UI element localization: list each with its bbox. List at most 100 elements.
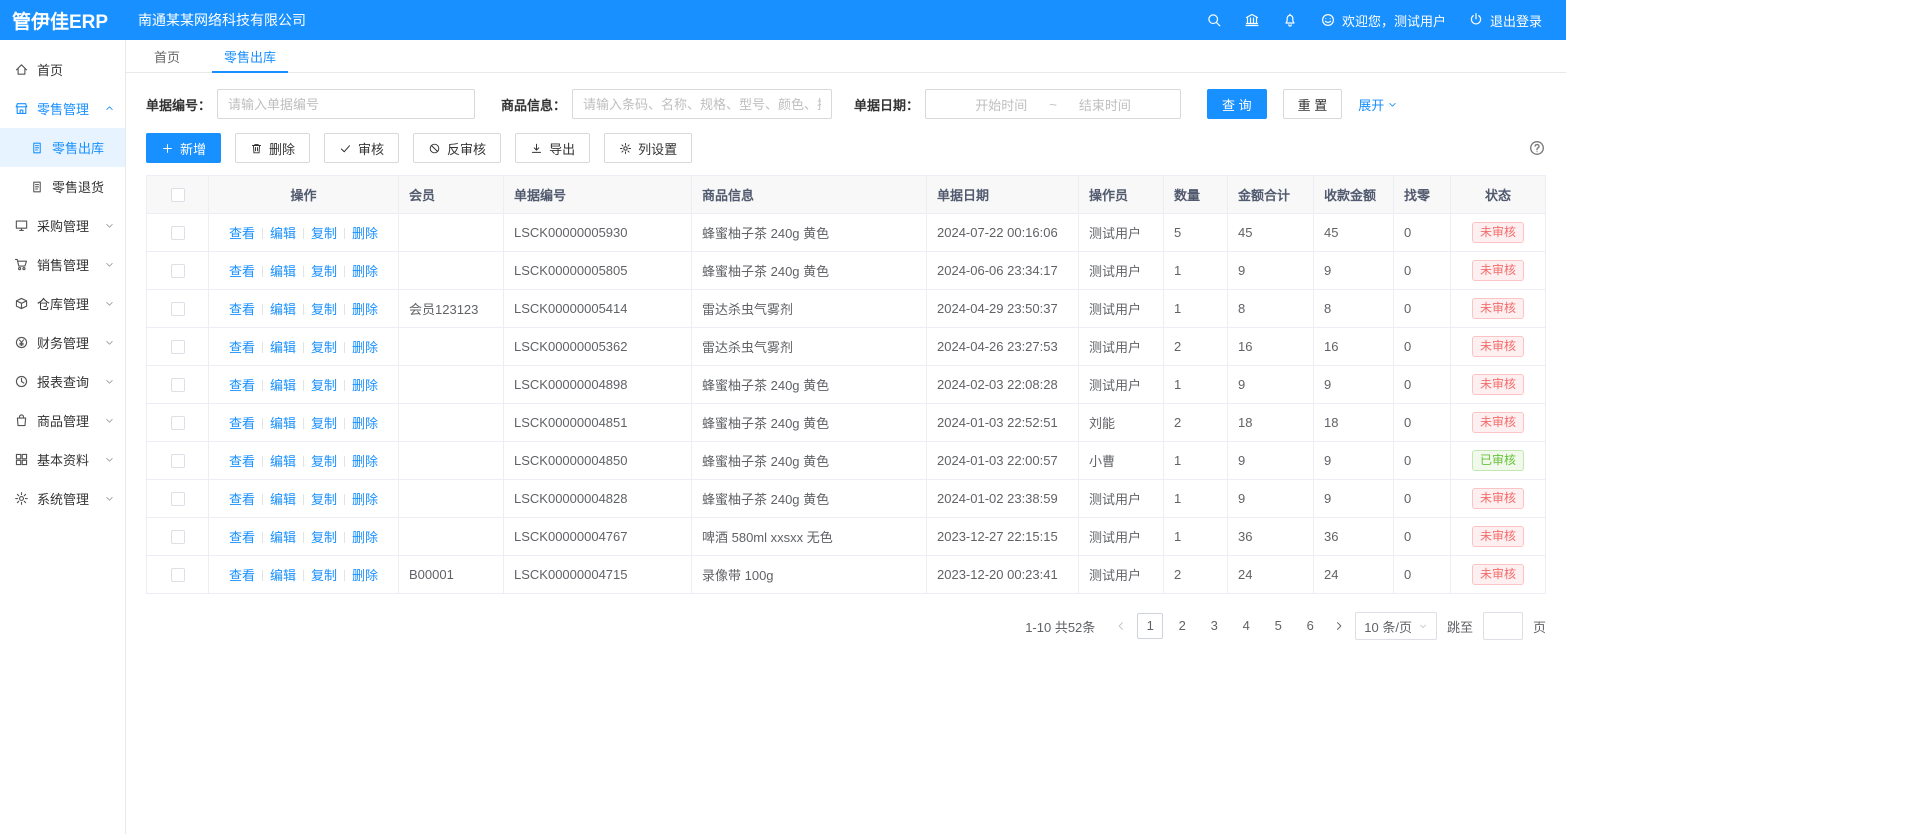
row-action-view[interactable]: 查看 bbox=[229, 302, 255, 317]
reset-button[interactable]: 重 置 bbox=[1283, 89, 1343, 119]
page-button-1[interactable]: 1 bbox=[1137, 613, 1163, 639]
row-action-edit[interactable]: 编辑 bbox=[270, 302, 296, 317]
bank-icon[interactable] bbox=[1244, 12, 1260, 28]
row-action-copy[interactable]: 复制 bbox=[311, 568, 337, 583]
sidebar-item-reports[interactable]: 报表查询 bbox=[0, 362, 125, 401]
next-page-icon[interactable] bbox=[1333, 620, 1345, 632]
page-button-3[interactable]: 3 bbox=[1201, 613, 1227, 639]
product-input[interactable] bbox=[572, 89, 832, 119]
row-checkbox[interactable] bbox=[171, 416, 185, 430]
row-status-cell: 未审核 bbox=[1451, 404, 1546, 442]
page-button-5[interactable]: 5 bbox=[1265, 613, 1291, 639]
sidebar-item-home[interactable]: 首页 bbox=[0, 50, 125, 89]
search-icon[interactable] bbox=[1206, 12, 1222, 28]
row-action-copy[interactable]: 复制 bbox=[311, 340, 337, 355]
row-action-view[interactable]: 查看 bbox=[229, 492, 255, 507]
row-action-edit[interactable]: 编辑 bbox=[270, 264, 296, 279]
row-action-edit[interactable]: 编辑 bbox=[270, 378, 296, 393]
page-button-4[interactable]: 4 bbox=[1233, 613, 1259, 639]
row-action-delete[interactable]: 删除 bbox=[352, 226, 378, 241]
row-action-edit[interactable]: 编辑 bbox=[270, 340, 296, 355]
sidebar-item-retail-return[interactable]: 零售退货 bbox=[0, 167, 125, 206]
sidebar-item-retail[interactable]: 零售管理 bbox=[0, 89, 125, 128]
sidebar-item-warehouse[interactable]: 仓库管理 bbox=[0, 284, 125, 323]
action-separator bbox=[344, 304, 345, 315]
row-action-delete[interactable]: 删除 bbox=[352, 378, 378, 393]
row-checkbox[interactable] bbox=[171, 264, 185, 278]
table-row: 查看编辑复制删除LSCK00000005362雷达杀虫气雾剂2024-04-26… bbox=[147, 328, 1546, 366]
row-action-copy[interactable]: 复制 bbox=[311, 454, 337, 469]
sidebar-item-retail-outbound[interactable]: 零售出库 bbox=[0, 128, 125, 167]
row-action-delete[interactable]: 删除 bbox=[352, 454, 378, 469]
row-action-edit[interactable]: 编辑 bbox=[270, 226, 296, 241]
delete-button[interactable]: 删除 bbox=[235, 133, 310, 163]
row-member bbox=[399, 442, 504, 480]
row-action-delete[interactable]: 删除 bbox=[352, 530, 378, 545]
expand-link[interactable]: 展开 bbox=[1358, 95, 1398, 114]
export-button[interactable]: 导出 bbox=[515, 133, 590, 163]
page-button-6[interactable]: 6 bbox=[1297, 613, 1323, 639]
page-button-2[interactable]: 2 bbox=[1169, 613, 1195, 639]
row-action-copy[interactable]: 复制 bbox=[311, 530, 337, 545]
date-range-picker[interactable]: 开始时间 ~ 结束时间 bbox=[925, 89, 1181, 119]
row-checkbox[interactable] bbox=[171, 530, 185, 544]
bell-icon[interactable] bbox=[1282, 12, 1298, 28]
row-action-edit[interactable]: 编辑 bbox=[270, 454, 296, 469]
jump-page-input[interactable] bbox=[1483, 612, 1523, 640]
sidebar-item-finance[interactable]: 财务管理 bbox=[0, 323, 125, 362]
row-action-edit[interactable]: 编辑 bbox=[270, 416, 296, 431]
unaudit-button[interactable]: 反审核 bbox=[413, 133, 501, 163]
sidebar-item-sales[interactable]: 销售管理 bbox=[0, 245, 125, 284]
row-action-view[interactable]: 查看 bbox=[229, 340, 255, 355]
row-action-edit[interactable]: 编辑 bbox=[270, 530, 296, 545]
row-action-delete[interactable]: 删除 bbox=[352, 340, 378, 355]
row-action-view[interactable]: 查看 bbox=[229, 530, 255, 545]
row-checkbox[interactable] bbox=[171, 340, 185, 354]
row-action-copy[interactable]: 复制 bbox=[311, 492, 337, 507]
page-size-select[interactable]: 10 条/页 bbox=[1355, 612, 1437, 640]
row-action-copy[interactable]: 复制 bbox=[311, 226, 337, 241]
audit-button[interactable]: 审核 bbox=[324, 133, 399, 163]
row-action-delete[interactable]: 删除 bbox=[352, 568, 378, 583]
tab-home[interactable]: 首页 bbox=[150, 40, 184, 72]
bill-no-input[interactable] bbox=[217, 89, 475, 119]
row-checkbox[interactable] bbox=[171, 302, 185, 316]
row-action-view[interactable]: 查看 bbox=[229, 568, 255, 583]
row-action-delete[interactable]: 删除 bbox=[352, 416, 378, 431]
column-settings-button[interactable]: 列设置 bbox=[604, 133, 692, 163]
row-action-view[interactable]: 查看 bbox=[229, 378, 255, 393]
sidebar-item-goods[interactable]: 商品管理 bbox=[0, 401, 125, 440]
add-button[interactable]: 新增 bbox=[146, 133, 221, 163]
prev-page-icon[interactable] bbox=[1115, 620, 1127, 632]
row-member bbox=[399, 480, 504, 518]
select-all-checkbox[interactable] bbox=[171, 188, 185, 202]
row-checkbox[interactable] bbox=[171, 454, 185, 468]
search-button[interactable]: 查 询 bbox=[1207, 89, 1267, 119]
row-action-edit[interactable]: 编辑 bbox=[270, 568, 296, 583]
row-checkbox[interactable] bbox=[171, 492, 185, 506]
row-action-view[interactable]: 查看 bbox=[229, 264, 255, 279]
row-checkbox[interactable] bbox=[171, 226, 185, 240]
row-action-copy[interactable]: 复制 bbox=[311, 264, 337, 279]
row-action-copy[interactable]: 复制 bbox=[311, 378, 337, 393]
help-icon[interactable] bbox=[1528, 139, 1546, 157]
row-checkbox[interactable] bbox=[171, 568, 185, 582]
sidebar-item-purchase[interactable]: 采购管理 bbox=[0, 206, 125, 245]
row-action-delete[interactable]: 删除 bbox=[352, 492, 378, 507]
welcome-user[interactable]: 欢迎您，测试用户 bbox=[1320, 11, 1446, 30]
row-bill-no: LSCK00000005362 bbox=[504, 328, 692, 366]
row-action-delete[interactable]: 删除 bbox=[352, 302, 378, 317]
row-action-view[interactable]: 查看 bbox=[229, 416, 255, 431]
row-action-view[interactable]: 查看 bbox=[229, 454, 255, 469]
row-action-delete[interactable]: 删除 bbox=[352, 264, 378, 279]
sidebar-item-base-data[interactable]: 基本资料 bbox=[0, 440, 125, 479]
tab-retail-outbound[interactable]: 零售出库 bbox=[220, 40, 280, 72]
row-action-copy[interactable]: 复制 bbox=[311, 416, 337, 431]
row-action-copy[interactable]: 复制 bbox=[311, 302, 337, 317]
row-checkbox[interactable] bbox=[171, 378, 185, 392]
logout-button[interactable]: 退出登录 bbox=[1468, 11, 1542, 30]
row-action-edit[interactable]: 编辑 bbox=[270, 492, 296, 507]
sidebar-item-system[interactable]: 系统管理 bbox=[0, 479, 125, 518]
cart-icon bbox=[14, 257, 29, 272]
row-action-view[interactable]: 查看 bbox=[229, 226, 255, 241]
